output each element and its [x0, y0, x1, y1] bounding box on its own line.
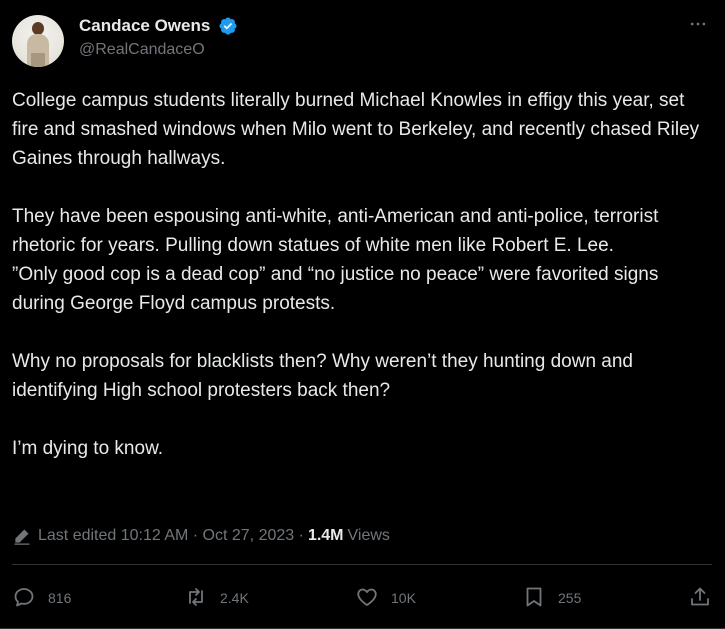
author-handle[interactable]: @RealCandaceO	[79, 41, 238, 59]
repost-count: 2.4K	[220, 590, 249, 606]
verified-badge-icon	[218, 16, 238, 36]
reply-count: 816	[48, 590, 72, 606]
action-bar: 816 2.4K 10K 255	[12, 582, 712, 614]
tweet-text: College campus students literally burned…	[12, 90, 700, 459]
views-count: 1.4M	[307, 527, 344, 544]
bookmark-icon	[522, 585, 558, 612]
repost-icon	[184, 585, 220, 612]
avatar-figure-legs	[31, 53, 45, 67]
repost-button[interactable]: 2.4K	[184, 582, 249, 614]
pencil-icon	[12, 526, 32, 546]
more-options-icon[interactable]	[686, 14, 710, 38]
reply-button[interactable]: 816	[12, 582, 71, 614]
heart-icon	[355, 585, 391, 612]
share-button[interactable]	[688, 582, 724, 614]
divider	[12, 564, 712, 565]
author-display-name[interactable]: Candace Owens	[79, 16, 210, 36]
like-count: 10K	[391, 590, 416, 606]
author-name-block: Candace Owens @RealCandaceO	[79, 16, 238, 59]
tweet: Candace Owens @RealCandaceO College camp…	[0, 0, 725, 629]
edited-timestamp[interactable]: Last edited 10:12 AM · Oct 27, 2023 ·	[38, 527, 304, 545]
reply-icon	[12, 585, 48, 612]
bookmark-count: 255	[558, 590, 582, 606]
like-button[interactable]: 10K	[355, 582, 416, 614]
avatar[interactable]	[12, 15, 64, 67]
share-icon	[688, 585, 724, 612]
views-label: Views	[347, 527, 390, 544]
bookmark-button[interactable]: 255	[522, 582, 581, 614]
tweet-meta: Last edited 10:12 AM · Oct 27, 2023 · 1.…	[12, 524, 390, 548]
tweet-header: Candace Owens @RealCandaceO	[12, 12, 712, 68]
